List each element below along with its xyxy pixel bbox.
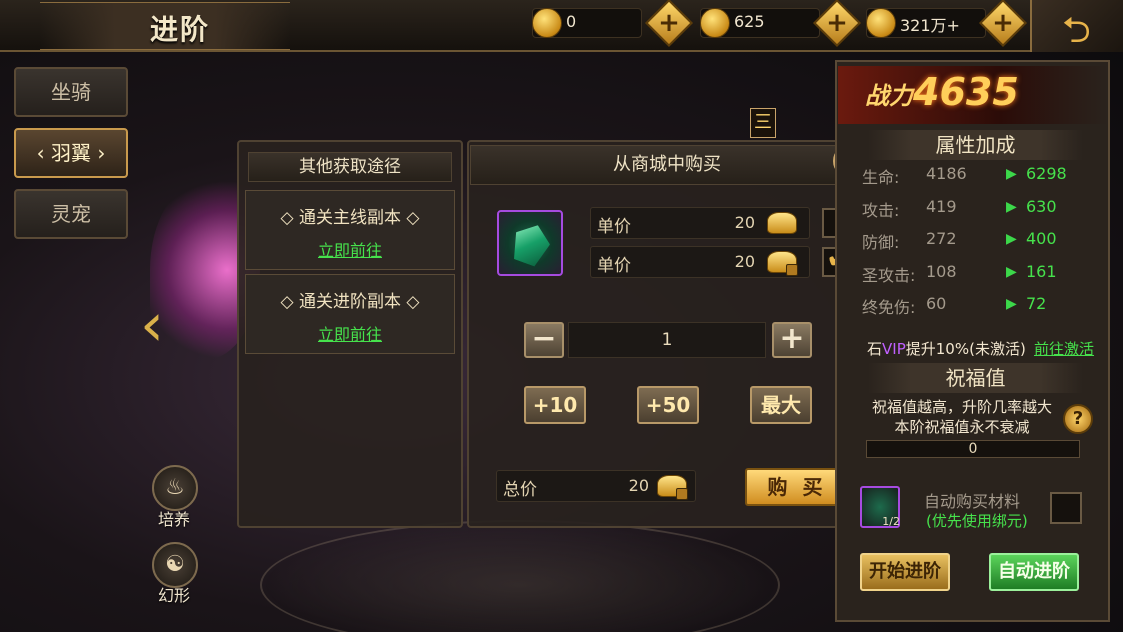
flame-icon: ♨	[165, 475, 185, 500]
stat-current: 4186	[926, 164, 967, 183]
start-advance-button[interactable]: 开始进阶	[860, 553, 950, 591]
stat-current: 272	[926, 229, 957, 248]
stat-next: 72	[1026, 294, 1047, 313]
gold-ingot-icon	[532, 8, 562, 38]
route-main-dungeon: ◇ 通关主线副本 ◇ 立即前往	[245, 190, 455, 270]
route-advance-dungeon: ◇ 通关进阶副本 ◇ 立即前往	[245, 274, 455, 354]
currency-gold-value: 0	[566, 12, 577, 31]
vip-word: VIP	[882, 340, 906, 358]
plus-50-button[interactable]: +50	[637, 386, 699, 424]
price-row-bound-gold: 单价 20	[590, 246, 810, 278]
material-count: 1/2	[882, 515, 900, 528]
tab-left-chevron-icon: ‹	[36, 141, 45, 165]
power-value: 4635	[913, 70, 1019, 114]
item-slot[interactable]	[497, 210, 563, 276]
blessing-title: 祝福值	[868, 363, 1083, 393]
lock-icon	[676, 488, 688, 500]
buy-button[interactable]: 购 买	[745, 468, 849, 506]
other-routes-title: 其他获取途径	[248, 152, 452, 182]
material-slot[interactable]: 1/2	[860, 486, 900, 528]
stat-next: 6298	[1026, 164, 1067, 183]
stage-marker: 三	[750, 108, 776, 138]
vip-prefix: 石	[867, 340, 883, 358]
stat-next: 161	[1026, 262, 1057, 281]
decrease-button[interactable]: −	[524, 322, 564, 358]
power-label: 战力	[865, 82, 913, 110]
transform-label: 幻形	[158, 586, 191, 605]
stat-name: 攻击:	[862, 201, 900, 220]
stat-current: 108	[926, 262, 957, 281]
cultivate-label: 培养	[158, 510, 191, 529]
bound-gold-ingot-icon	[700, 8, 730, 38]
max-button[interactable]: 最大	[750, 386, 812, 424]
quantity-field[interactable]: 1	[568, 322, 766, 358]
bound-gold-ingot-icon	[767, 251, 798, 276]
auto-buy-label: 自动购买材料	[924, 492, 1021, 511]
upgrade-arrow-icon: ▶	[1006, 166, 1017, 182]
upgrade-arrow-icon: ▶	[1006, 296, 1017, 312]
price-value: 20	[734, 252, 755, 271]
help-button[interactable]: ?	[1063, 404, 1093, 434]
auto-advance-button[interactable]: 自动进阶	[989, 553, 1079, 591]
blessing-desc: 祝福值越高，升阶几率越大	[871, 398, 1052, 416]
plus-10-button[interactable]: +10	[524, 386, 586, 424]
stat-name: 圣攻击:	[862, 266, 916, 285]
increase-button[interactable]: +	[772, 322, 812, 358]
upgrade-arrow-icon: ▶	[1006, 199, 1017, 215]
price-value: 20	[734, 213, 755, 232]
upgrade-arrow-icon: ▶	[1006, 231, 1017, 247]
shop-dialog-title: 从商城中购买	[470, 145, 864, 185]
attributes-title: 属性加成	[868, 130, 1083, 160]
bound-gold-ingot-icon	[657, 475, 688, 500]
price-row-gold: 单价 20	[590, 207, 810, 239]
price-label: 单价	[597, 256, 631, 276]
vip-bonus-text: 石VIP提升10%(未激活)	[867, 338, 1026, 359]
route-title: ◇ 通关进阶副本 ◇	[280, 292, 420, 312]
question-icon: ?	[1072, 408, 1084, 429]
route-go-link[interactable]: 立即前往	[246, 321, 454, 345]
auto-buy-note: (优先使用绑元)	[926, 512, 1028, 530]
total-row: 总价 20	[496, 470, 696, 502]
route-title: ◇ 通关主线副本 ◇	[280, 208, 420, 228]
tab-right-chevron-icon: ›	[97, 141, 106, 165]
tab-mount[interactable]: 坐骑	[14, 67, 128, 117]
stat-next: 630	[1026, 197, 1057, 216]
stat-name: 防御:	[862, 233, 900, 252]
prev-arrow-icon[interactable]: ‹	[140, 290, 164, 360]
page-title: 进阶	[150, 13, 211, 46]
vip-suffix: 提升10%(未激活)	[905, 340, 1026, 358]
stat-name: 生命:	[862, 168, 900, 187]
mask-icon: ☯	[165, 552, 185, 577]
tab-wings-label: 羽翼	[51, 141, 91, 165]
total-label: 总价	[503, 480, 537, 500]
currency-coin-value: 321万+	[900, 16, 960, 35]
floor-rune-circle	[260, 520, 780, 632]
green-gem-icon	[507, 219, 555, 269]
currency-bound-gold-value: 625	[734, 12, 765, 31]
price-label: 单价	[597, 217, 631, 237]
gold-ingot-icon	[767, 212, 797, 234]
tab-pet[interactable]: 灵宠	[14, 189, 128, 239]
stat-current: 60	[926, 294, 947, 313]
blessing-progress-bar: 0	[866, 440, 1080, 458]
auto-buy-checkbox[interactable]	[1050, 492, 1082, 524]
activate-vip-link[interactable]: 前往激活	[1034, 338, 1094, 359]
back-arrow-icon: ⮌	[1062, 10, 1091, 51]
lock-icon	[786, 264, 798, 276]
copper-coin-icon	[866, 8, 896, 38]
route-go-link[interactable]: 立即前往	[246, 237, 454, 261]
stat-name: 终免伤:	[862, 298, 916, 317]
upgrade-arrow-icon: ▶	[1006, 264, 1017, 280]
back-button[interactable]: ⮌	[1030, 0, 1123, 52]
stat-next: 400	[1026, 229, 1057, 248]
total-value: 20	[628, 476, 649, 495]
stat-current: 419	[926, 197, 957, 216]
tab-wings[interactable]: ‹ 羽翼 ›	[14, 128, 128, 178]
cultivate-button[interactable]: ♨	[152, 465, 198, 511]
blessing-desc: 本阶祝福值永不衰减	[894, 418, 1030, 436]
